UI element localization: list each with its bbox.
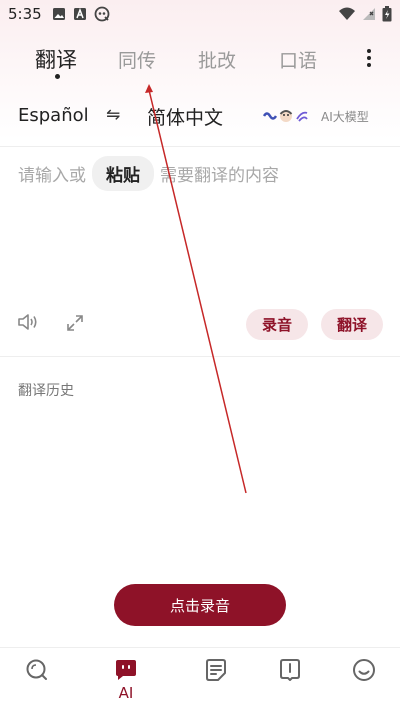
nav-book[interactable]	[270, 658, 310, 708]
nav-me[interactable]	[344, 658, 384, 708]
speaker-icon[interactable]	[17, 312, 39, 332]
tab-simultaneous[interactable]: 同传	[118, 46, 156, 73]
status-icons-left	[52, 6, 110, 22]
book-icon	[280, 659, 300, 681]
active-tab-indicator	[55, 74, 60, 79]
smile-icon	[353, 659, 375, 681]
target-language[interactable]: 简体中文	[147, 103, 223, 130]
shortcut-icon	[94, 6, 110, 22]
language-selector-row: Español ⇋ 简体中文 AI大模型	[0, 100, 400, 134]
expand-icon[interactable]	[66, 314, 84, 332]
placeholder-text-after: 需要翻译的内容	[160, 166, 279, 186]
ai-icon	[116, 660, 136, 680]
status-icons-right	[338, 6, 392, 22]
swap-languages-icon[interactable]: ⇋	[106, 105, 120, 125]
ai-sparkle-icon	[296, 111, 308, 122]
record-button[interactable]: 录音	[246, 309, 308, 340]
divider	[0, 356, 400, 357]
placeholder-text-before: 请输入或	[18, 166, 86, 186]
notes-icon	[206, 659, 226, 681]
status-time: 5:35	[8, 5, 42, 23]
battery-icon	[382, 6, 392, 22]
input-placeholder: 请输入或 粘贴 需要翻译的内容	[18, 156, 279, 191]
translation-history-title: 翻译历史	[18, 383, 74, 399]
tab-correction[interactable]: 批改	[198, 46, 236, 73]
tab-translate[interactable]: 翻译	[35, 44, 77, 74]
bottom-navigation: AI	[0, 648, 400, 711]
top-tabs: 翻译 同传 批改 口语	[0, 40, 400, 80]
ai-avatar-icon	[279, 110, 293, 122]
translate-button[interactable]: 翻译	[321, 309, 383, 340]
signal-icon	[363, 8, 375, 20]
ai-model-label: AI大模型	[321, 109, 369, 124]
paste-button[interactable]: 粘贴	[92, 156, 154, 191]
nav-ai[interactable]: AI	[106, 658, 146, 708]
source-language[interactable]: Español	[18, 105, 89, 126]
click-to-record-button[interactable]: 点击录音	[114, 584, 286, 626]
more-options-icon[interactable]	[362, 47, 376, 69]
translation-input-area[interactable]: 请输入或 粘贴 需要翻译的内容 录音 翻译	[0, 148, 400, 353]
ai-model-logo-icon	[263, 112, 277, 120]
status-bar: 5:35	[0, 0, 400, 28]
divider	[0, 146, 400, 147]
nav-ai-label: AI	[118, 684, 134, 702]
search-icon	[26, 659, 47, 680]
wifi-icon	[339, 7, 355, 20]
a-icon	[73, 7, 86, 20]
nav-notes[interactable]	[196, 658, 236, 708]
image-icon	[52, 8, 65, 20]
nav-search[interactable]	[17, 658, 57, 708]
ai-model-chip[interactable]: AI大模型	[258, 103, 383, 129]
tab-speaking[interactable]: 口语	[279, 46, 317, 73]
